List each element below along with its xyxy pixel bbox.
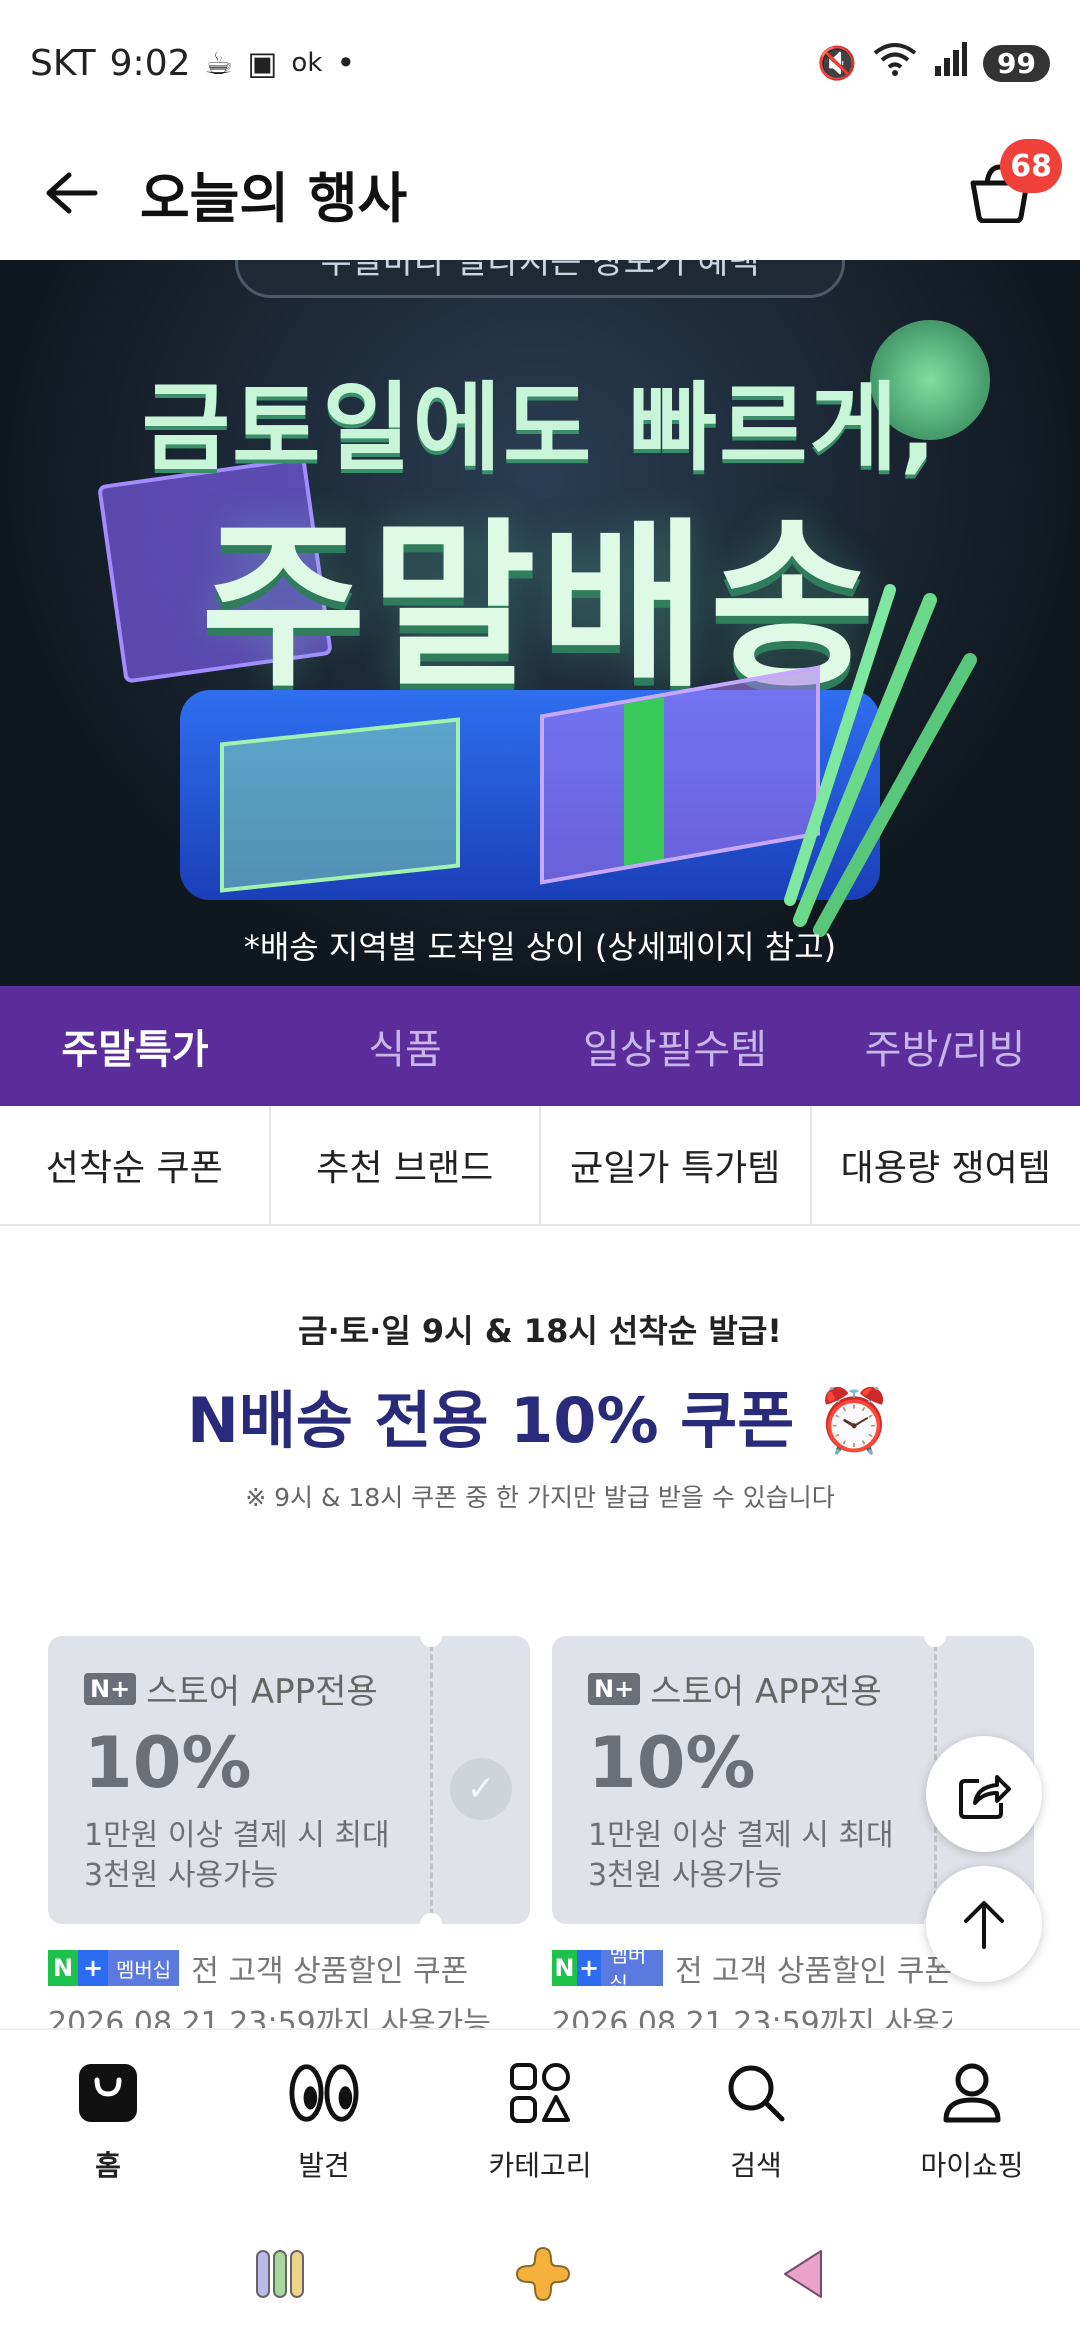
nav-discover-label: 발견 [298, 2149, 350, 2182]
tab-kitchen-living[interactable]: 주방/리빙 [810, 1017, 1080, 1075]
ok-cashbag-icon: ok [291, 48, 323, 78]
share-icon [959, 1775, 1011, 1819]
cart-count-badge: 68 [1000, 139, 1062, 193]
system-nav [0, 2208, 1080, 2340]
naver-plus-badge: N+ [588, 1672, 641, 1705]
coupon-percent: 10% [588, 1722, 756, 1804]
coupon-title-text: N배송 전용 10% 쿠폰 [186, 1384, 795, 1457]
coupon-desc-line1: 1만원 이상 결제 시 최대 [84, 1818, 390, 1853]
membership-badge: N + 멤버십 [552, 1946, 663, 1996]
subtab-recommended-brand[interactable]: 추천 브랜드 [271, 1106, 541, 1224]
nav-category[interactable]: 카테고리 [432, 2030, 648, 2208]
tab-daily-essentials[interactable]: 일상필수템 [540, 1017, 810, 1075]
green-onion-image [784, 584, 977, 937]
coupon-card[interactable]: N+ 스토어 APP전용 10% 1만원 이상 결제 시 최대 3천원 사용가능… [48, 1625, 530, 1935]
coupon-section-header: 금·토·일 9시 & 18시 선착순 발급! N배송 전용 10% 쿠폰 ⏰ ※… [0, 1306, 1080, 1514]
arrow-up-icon [964, 1901, 1004, 1949]
coupon-desc-line1: 1만원 이상 결제 시 최대 [588, 1818, 894, 1853]
nav-category-label: 카테고리 [488, 2149, 592, 2182]
coupon-subtitle: 금·토·일 9시 & 18시 선착순 발급! [298, 1312, 782, 1350]
sub-tabs: 선착순 쿠폰 추천 브랜드 균일가 특가템 대용량 쟁여템 [0, 1106, 1080, 1226]
scroll-top-button[interactable] [926, 1866, 1042, 1982]
membership-badge: N + 멤버십 [48, 1950, 180, 1986]
subtab-bulk-items[interactable]: 대용량 쟁여템 [812, 1106, 1080, 1224]
coffee-icon: ☕ [204, 44, 234, 82]
bottom-nav: 홈 발견 카테고리 검색 마이쇼핑 [0, 2028, 1080, 2208]
subtab-first-come-coupon[interactable]: 선착순 쿠폰 [0, 1106, 271, 1224]
scan-icon: ▣ [247, 44, 278, 82]
nav-my-shopping-label: 마이쇼핑 [920, 2149, 1024, 2182]
nav-my-shopping[interactable]: 마이쇼핑 [864, 2030, 1080, 2208]
coupon-percent: 10% [84, 1722, 252, 1804]
naver-plus-badge: N+ [84, 1672, 137, 1705]
carrier-label: SKT [30, 42, 96, 84]
coupon-meta-desc: 전 고객 상품할인 쿠폰 [674, 1954, 952, 1989]
app-header: 오늘의 행사 68 [0, 126, 1080, 260]
coupon-tag: 스토어 APP전용 [650, 1672, 882, 1712]
status-bar: SKT 9:02 ☕ ▣ ok • 🔇 99 [0, 0, 1080, 126]
alarm-clock-icon: ⏰ [815, 1384, 894, 1457]
back-arrow-icon [46, 172, 98, 214]
coupon-meta-desc: 전 고객 상품할인 쿠폰 [191, 1954, 469, 1989]
banner-pill: 주말마다 달라지는 장보기 혜택 [235, 260, 845, 298]
home-icon[interactable] [515, 2246, 571, 2302]
nav-discover[interactable]: 발견 [216, 2030, 432, 2208]
banner-note: *배송 지역별 도착일 상이 (상세페이지 참고) [243, 928, 837, 966]
coupon-note: ※ 9시 & 18시 쿠폰 중 한 가지만 발급 받을 수 있습니다 [245, 1483, 835, 1512]
subtab-uniform-price[interactable]: 균일가 특가템 [541, 1106, 812, 1224]
signal-icon [933, 42, 968, 84]
coupon-tag: 스토어 APP전용 [146, 1672, 378, 1712]
cart-button[interactable]: 68 [960, 139, 1062, 233]
tab-food[interactable]: 식품 [270, 1017, 540, 1075]
wifi-icon [873, 41, 917, 85]
checkmark-icon[interactable]: ✓ [450, 1758, 512, 1820]
battery-indicator: 99 [983, 44, 1050, 82]
category-tabs: 주말특가 식품 일상필수템 주방/리빙 [0, 986, 1080, 1106]
promo-banner[interactable]: 주말마다 달라지는 장보기 혜택 금토일에도 빠르게, 주말배송 *배송 지역별… [0, 260, 1080, 986]
share-button[interactable] [926, 1736, 1042, 1852]
nav-search-label: 검색 [730, 2149, 782, 2182]
nav-home-label: 홈 [95, 2149, 121, 2182]
back-icon[interactable] [781, 2247, 825, 2301]
mute-icon: 🔇 [817, 44, 858, 82]
back-button[interactable] [40, 161, 104, 225]
nav-search[interactable]: 검색 [648, 2030, 864, 2208]
search-icon [721, 2058, 791, 2128]
coupon-desc-line2: 3천원 사용가능 [84, 1858, 279, 1893]
eyes-icon [289, 2058, 359, 2128]
nav-home[interactable]: 홈 [0, 2030, 216, 2208]
green-box-image [220, 717, 460, 893]
recent-apps-icon[interactable] [255, 2247, 305, 2301]
category-grid-icon [505, 2058, 575, 2128]
tab-weekend-special[interactable]: 주말특가 [0, 1017, 270, 1075]
home-bag-icon [73, 2058, 143, 2128]
clock: 9:02 [109, 42, 191, 84]
person-icon [937, 2058, 1007, 2128]
coupon-title: N배송 전용 10% 쿠폰 ⏰ [0, 1370, 1080, 1460]
page-title: 오늘의 행사 [140, 166, 408, 230]
dot-icon: • [336, 44, 356, 82]
coupon-desc-line2: 3천원 사용가능 [588, 1858, 783, 1893]
